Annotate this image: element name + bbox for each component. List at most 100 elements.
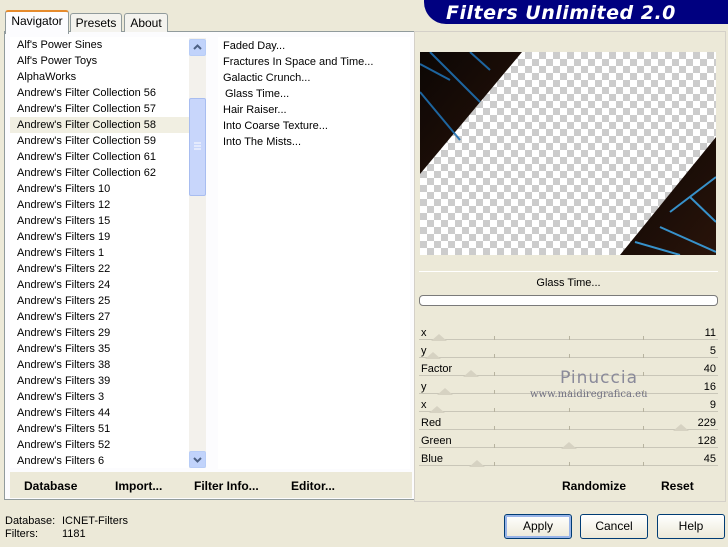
category-item[interactable]: Andrew's Filters 25 [10,293,190,309]
slider-label: Blue [421,453,444,465]
category-item[interactable]: Andrew's Filters 10 [10,181,190,197]
category-item[interactable]: Andrew's Filters 22 [10,261,190,277]
category-item[interactable]: Andrew's Filters 24 [10,277,190,293]
tab-presets[interactable]: Presets [70,13,122,32]
import-button-label: Import... [115,479,163,493]
category-item[interactable]: Andrew's Filter Collection 59 [10,133,190,149]
slider-value: 40 [703,363,716,375]
slider-tick [643,372,644,376]
filter-item[interactable]: Fractures In Space and Time... [218,54,410,70]
category-item[interactable]: Andrew's Filter Collection 56 [10,85,190,101]
filter-list[interactable]: Faded Day... Fractures In Space and Time.… [218,37,410,469]
category-item[interactable]: Andrew's Filters 1 [10,245,190,261]
slider-thumb[interactable] [425,352,441,359]
category-item[interactable]: Andrew's Filters 38 [10,357,190,373]
slider-tick [569,354,570,358]
slider-tick [494,462,495,466]
watermark-site: www.maidiregrafica.eu [530,389,648,400]
chevron-down-icon [193,457,202,463]
category-item[interactable]: Alf's Power Toys [10,53,190,69]
slider-tick [494,372,495,376]
randomize-button[interactable]: Randomize [562,478,626,494]
slider-label: Green [421,435,452,447]
slider-track[interactable] [419,354,718,358]
cancel-button[interactable]: Cancel [580,514,648,539]
slider-thumb[interactable] [431,334,447,341]
slider-track[interactable] [419,408,718,412]
tab-about[interactable]: About [124,13,168,32]
slider-tick [643,444,644,448]
slider-row[interactable]: x 11 [419,325,718,343]
category-item[interactable]: Andrew's Filters 29 [10,325,190,341]
filter-item[interactable]: Into The Mists... [218,134,410,150]
slider-row[interactable]: Blue 45 [419,451,718,469]
scroll-up-button[interactable] [189,39,206,56]
editor-button[interactable]: Editor... [291,478,335,494]
slider-thumb[interactable] [561,442,577,449]
slider-thumb[interactable] [429,406,445,413]
tab-navigator[interactable]: Navigator [5,10,69,34]
category-item[interactable]: Andrew's Filter Collection 62 [10,165,190,181]
category-item[interactable]: Andrew's Filters 19 [10,229,190,245]
category-item[interactable]: Andrew's Filter Collection 57 [10,101,190,117]
filter-item-label: Fractures In Space and Time... [223,56,374,68]
filter-item-label: Faded Day... [223,40,286,52]
slider-thumb[interactable] [673,424,689,431]
category-item[interactable]: Andrew's Filters 27 [10,309,190,325]
category-scrollbar[interactable] [189,38,206,468]
filter-item[interactable]: Faded Day... [218,38,410,54]
filter-info-button[interactable]: Filter Info... [194,478,259,494]
chevron-up-icon [193,44,202,50]
category-item[interactable]: Andrew's Filters 15 [10,213,190,229]
help-button[interactable]: Help [657,514,725,539]
filter-item[interactable]: Glass Time... [218,86,410,102]
reset-button[interactable]: Reset [661,478,694,494]
slider-tick [569,426,570,430]
slider-tick [643,336,644,340]
filter-info-button-label: Filter Info... [194,479,259,493]
category-item[interactable]: Andrew's Filters 44 [10,405,190,421]
category-item[interactable]: Andrew's Filters 39 [10,373,190,389]
slider-value: 16 [703,381,716,393]
slider-tick [494,408,495,412]
filter-item[interactable]: Galactic Crunch... [218,70,410,86]
filter-item-label: Hair Raiser... [223,104,287,116]
slider-label: y [421,345,427,357]
category-item[interactable]: Andrew's Filters 35 [10,341,190,357]
filter-item-label: Galactic Crunch... [223,72,311,84]
scroll-thumb[interactable] [189,98,206,196]
slider-thumb[interactable] [463,370,479,377]
apply-button[interactable]: Apply [504,514,572,539]
category-item[interactable]: Andrew's Filters 3 [10,389,190,405]
slider-track[interactable] [419,336,718,340]
status-database-value: ICNET-Filters [62,515,128,527]
status-filters-label: Filters: [5,528,38,540]
category-item[interactable]: Andrew's Filter Collection 58 [10,117,190,133]
category-item[interactable]: Andrew's Filters 52 [10,437,190,453]
slider-row[interactable]: Red 229 [419,415,718,433]
filter-item[interactable]: Hair Raiser... [218,102,410,118]
import-button[interactable]: Import... [115,478,162,494]
watermark-name: Pinuccia [560,368,638,388]
category-item[interactable]: Andrew's Filters 51 [10,421,190,437]
preview-render [420,52,716,255]
slider-thumb[interactable] [437,388,453,395]
category-item[interactable]: Andrew's Filters 6 [10,453,190,468]
slider-thumb[interactable] [469,460,485,467]
slider-label: x [421,327,427,339]
category-item[interactable]: Andrew's Filters 12 [10,197,190,213]
filter-item[interactable]: Into Coarse Texture... [218,118,410,134]
category-item[interactable]: Andrew's Filter Collection 61 [10,149,190,165]
filter-item-label: Glass Time... [225,88,290,100]
category-item[interactable]: AlphaWorks [10,69,190,85]
slider-row[interactable]: y5 [419,343,718,361]
slider-track[interactable] [419,462,718,466]
slider-tick [494,336,495,340]
category-item[interactable]: Alf's Power Sines [10,37,190,53]
scroll-down-button[interactable] [189,451,206,468]
database-button[interactable]: Database [24,478,77,494]
slider-value: 45 [703,453,716,465]
slider-row[interactable]: Green 128 [419,433,718,451]
category-list[interactable]: Alf's Power Sines Alf's Power Toys AlphaWo… [10,37,190,468]
filter-item-label: Into Coarse Texture... [223,120,328,132]
